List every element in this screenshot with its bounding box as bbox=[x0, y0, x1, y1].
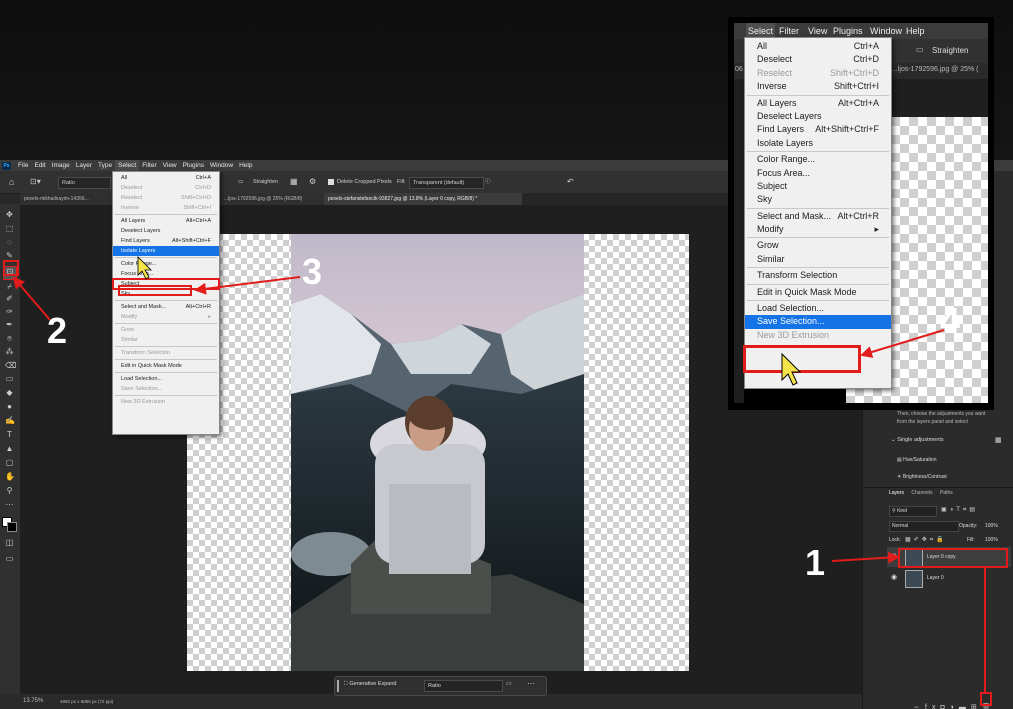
mouse-cursor-icon bbox=[781, 352, 802, 386]
arrow-4 bbox=[860, 329, 945, 358]
annotation-arrows bbox=[12, 256, 986, 692]
arrow-2 bbox=[12, 276, 51, 321]
annotation-number-4: 4 bbox=[940, 300, 961, 341]
annotation-number-1: 1 bbox=[805, 542, 826, 583]
mouse-cursor-icon bbox=[137, 256, 152, 280]
annotation-number-2: 2 bbox=[47, 310, 68, 351]
annotation-number-3: 3 bbox=[302, 251, 323, 292]
arrow-3 bbox=[194, 276, 301, 295]
arrow-1 bbox=[831, 551, 900, 564]
